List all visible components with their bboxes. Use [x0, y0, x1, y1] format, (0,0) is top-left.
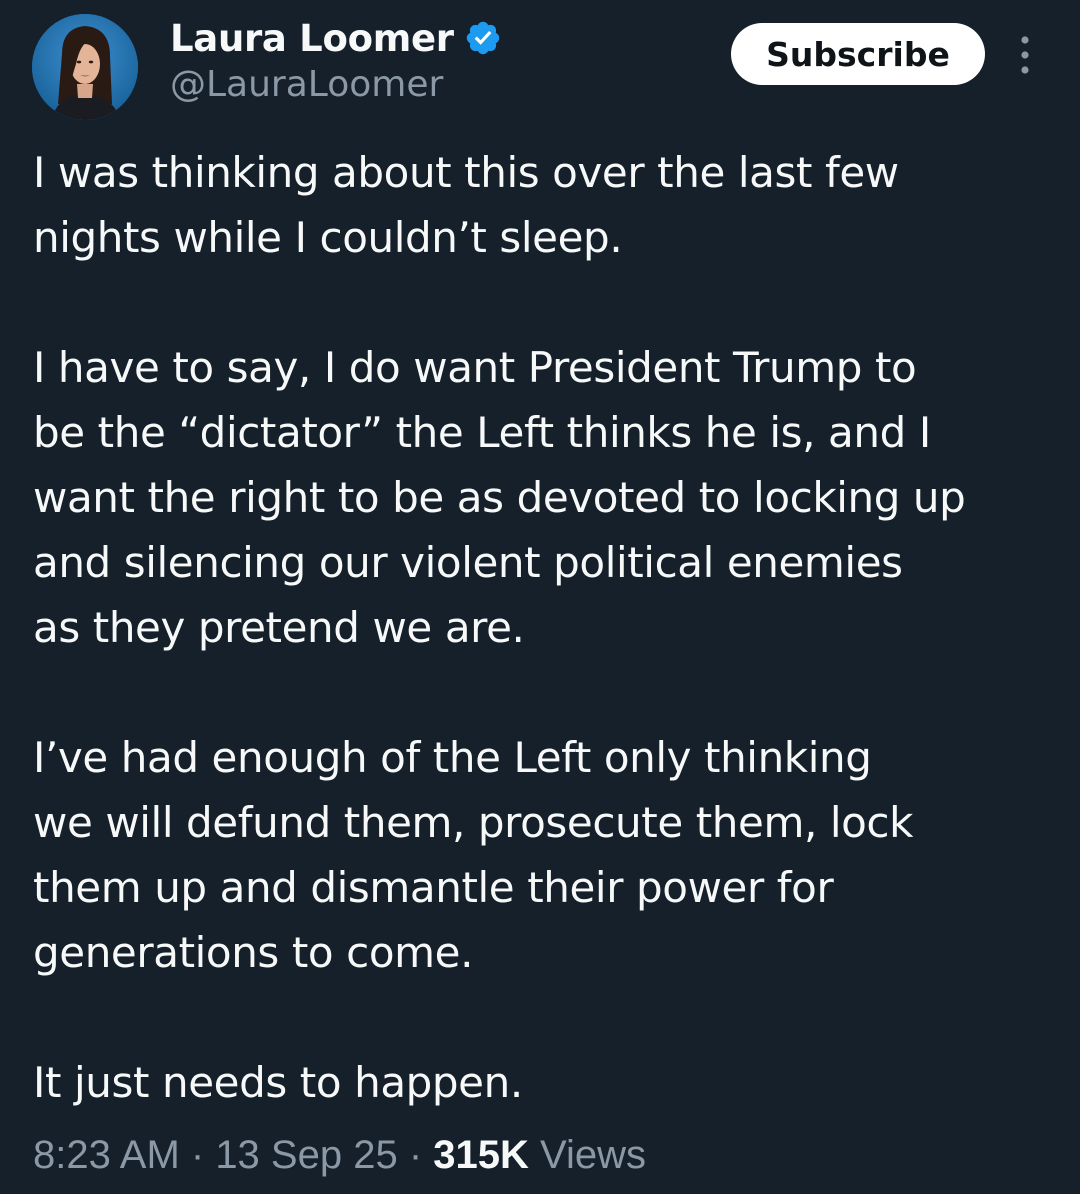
tweet-time[interactable]: 8:23 AM — [33, 1133, 180, 1177]
tweet-text: I was thinking about this over the last … — [33, 140, 1063, 1115]
meta-separator: · — [179, 1133, 216, 1177]
name-row: Laura Loomer — [170, 14, 502, 62]
views-label: Views — [528, 1133, 646, 1177]
tweet-paragraph: It just needs to happen. — [33, 1058, 523, 1107]
tweet-paragraph: I’ve had enough of the Left only thinkin… — [33, 733, 914, 977]
meta-separator: · — [397, 1133, 434, 1177]
tweet-date[interactable]: 13 Sep 25 — [215, 1133, 397, 1177]
tweet-paragraph: I was thinking about this over the last … — [33, 148, 899, 262]
avatar[interactable] — [32, 14, 138, 120]
author-handle[interactable]: @LauraLoomer — [170, 64, 443, 105]
display-name[interactable]: Laura Loomer — [170, 17, 454, 60]
views-count[interactable]: 315K — [433, 1133, 529, 1177]
tweet: Laura Loomer @LauraLoomer Subscribe I wa… — [0, 0, 1080, 1194]
verified-badge-icon — [464, 19, 502, 57]
tweet-meta: 8:23 AM · 13 Sep 25 · 315K Views — [33, 1133, 646, 1178]
more-vertical-icon[interactable] — [1010, 32, 1040, 78]
subscribe-button[interactable]: Subscribe — [731, 23, 985, 85]
tweet-header: Laura Loomer @LauraLoomer Subscribe — [0, 0, 1080, 130]
tweet-paragraph: I have to say, I do want President Trump… — [33, 343, 966, 652]
